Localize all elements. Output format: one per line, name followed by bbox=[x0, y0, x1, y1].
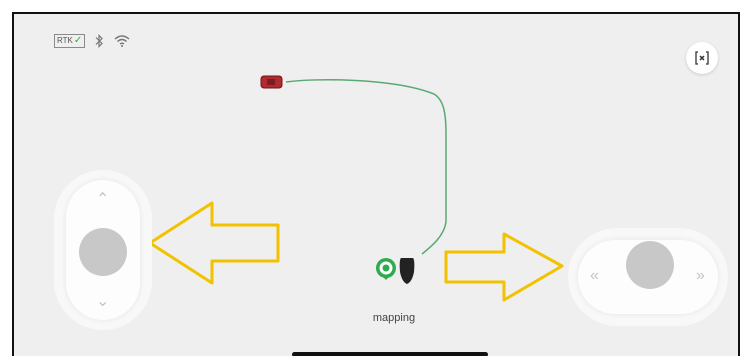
home-indicator[interactable] bbox=[292, 352, 488, 356]
mower-path bbox=[285, 79, 447, 255]
vertical-joystick-knob[interactable] bbox=[79, 228, 127, 276]
double-chevron-down-icon: ⌄ bbox=[96, 293, 110, 310]
mapping-status-label: mapping bbox=[372, 312, 416, 324]
mower-current-icon bbox=[260, 75, 283, 89]
double-chevron-right-icon: » bbox=[696, 267, 705, 284]
horizontal-joystick-knob[interactable] bbox=[626, 241, 674, 289]
app-screen: RTK ✓ ⌃ ⌄ « » mapping bbox=[12, 12, 740, 356]
horizontal-joystick[interactable]: « » bbox=[568, 228, 728, 326]
charging-station-icon bbox=[399, 258, 415, 284]
double-chevron-left-icon: « bbox=[590, 267, 599, 284]
left-direction-arrow bbox=[148, 201, 280, 285]
double-chevron-up-icon: ⌃ bbox=[96, 191, 110, 208]
vertical-joystick[interactable]: ⌃ ⌄ bbox=[54, 170, 152, 330]
location-pin-icon bbox=[376, 258, 396, 280]
right-direction-arrow bbox=[444, 232, 564, 302]
